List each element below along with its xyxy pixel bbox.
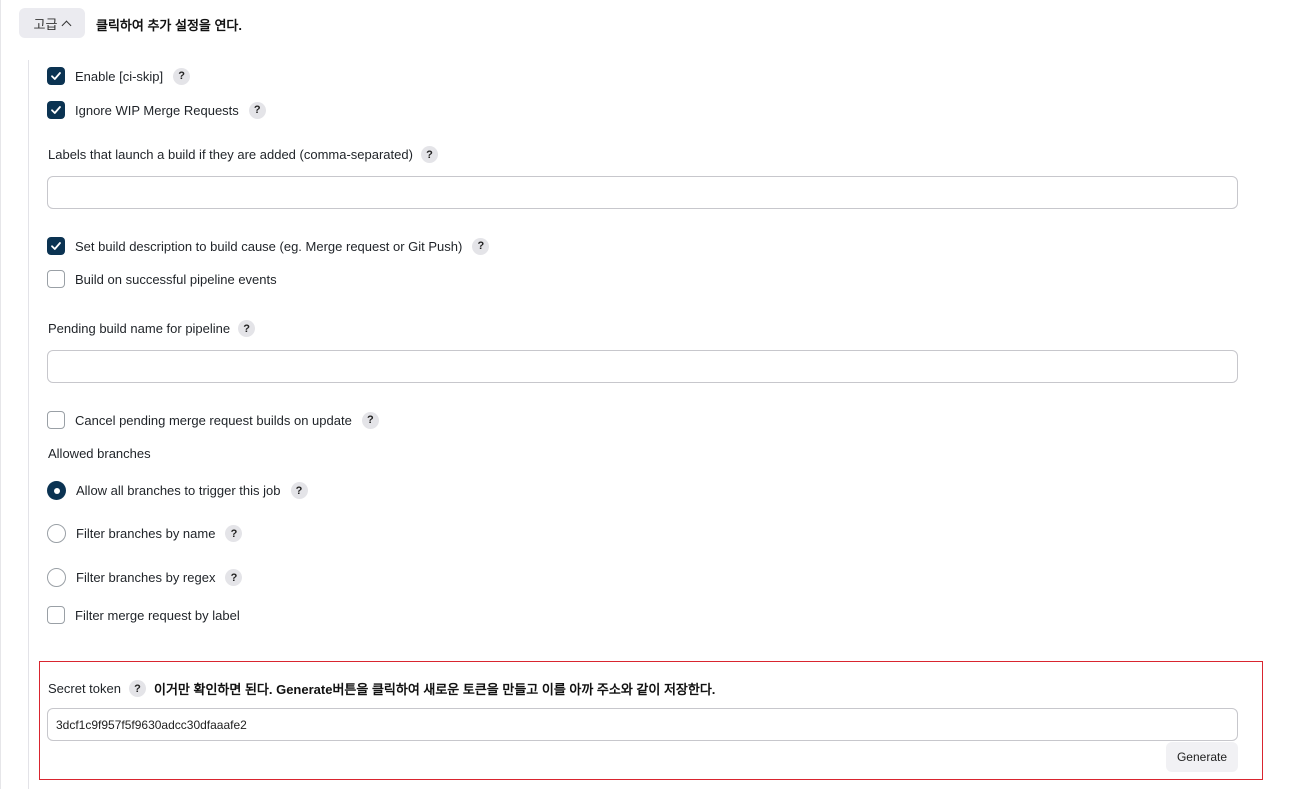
build-on-pipeline-row: Build on successful pipeline events (47, 270, 277, 288)
filter-by-regex-label: Filter branches by regex (76, 570, 216, 585)
help-icon[interactable]: ? (129, 680, 146, 697)
help-icon[interactable]: ? (225, 569, 243, 586)
check-icon (51, 106, 61, 114)
filter-by-name-row: Filter branches by name ? (47, 524, 243, 543)
help-icon[interactable]: ? (472, 237, 490, 255)
secret-token-label: Secret token (48, 681, 121, 696)
set-build-desc-checkbox[interactable] (47, 237, 65, 255)
generate-button[interactable]: Generate (1166, 742, 1238, 772)
allowed-branches-heading: Allowed branches (48, 446, 151, 461)
filter-by-regex-radio[interactable] (47, 568, 66, 587)
secret-token-input[interactable] (47, 708, 1238, 741)
set-build-desc-label: Set build description to build cause (eg… (75, 238, 463, 254)
labels-launch-input[interactable] (47, 176, 1238, 209)
pending-build-name-label-row: Pending build name for pipeline ? (48, 320, 256, 337)
labels-launch-field-label-row: Labels that launch a build if they are a… (48, 146, 438, 163)
pending-build-name-input[interactable] (47, 350, 1238, 383)
cancel-pending-checkbox[interactable] (47, 411, 65, 429)
cancel-pending-row: Cancel pending merge request builds on u… (47, 411, 379, 429)
secret-token-label-row: Secret token ? 이거만 확인하면 된다. Generate버튼을 … (48, 679, 715, 698)
filter-by-name-label: Filter branches by name (76, 526, 216, 541)
check-icon (51, 242, 61, 250)
ci-skip-checkbox[interactable] (47, 67, 65, 85)
secret-token-annotation: 이거만 확인하면 된다. Generate버튼을 클릭하여 새로운 토큰을 만들… (154, 682, 716, 697)
build-on-pipeline-checkbox[interactable] (47, 270, 65, 288)
check-icon (51, 72, 61, 80)
section-indent-rule (28, 60, 29, 789)
ignore-wip-checkbox[interactable] (47, 101, 65, 119)
help-icon[interactable]: ? (420, 146, 438, 163)
ci-skip-row: Enable [ci-skip] ? (47, 67, 191, 85)
left-border (0, 0, 1, 789)
help-icon[interactable]: ? (290, 482, 308, 499)
ignore-wip-row: Ignore WIP Merge Requests ? (47, 101, 266, 119)
build-on-pipeline-label: Build on successful pipeline events (75, 271, 277, 287)
allow-all-branches-label: Allow all branches to trigger this job (76, 483, 281, 498)
cancel-pending-label: Cancel pending merge request builds on u… (75, 412, 352, 428)
help-icon[interactable]: ? (225, 525, 243, 542)
advanced-label: 고급 (33, 16, 58, 32)
advanced-annotation: 클릭하여 추가 설정을 연다. (96, 18, 243, 33)
allow-all-branches-row: Allow all branches to trigger this job ? (47, 481, 308, 500)
filter-by-label-row: Filter merge request by label (47, 606, 240, 624)
help-icon[interactable]: ? (361, 411, 379, 429)
pending-build-name-label: Pending build name for pipeline (48, 321, 231, 336)
help-icon[interactable]: ? (248, 101, 266, 119)
help-icon[interactable]: ? (238, 320, 256, 337)
filter-by-regex-row: Filter branches by regex ? (47, 568, 243, 587)
filter-by-label-checkbox[interactable] (47, 606, 65, 624)
help-icon[interactable]: ? (173, 67, 191, 85)
ci-skip-label: Enable [ci-skip] (75, 68, 164, 84)
filter-by-label-label: Filter merge request by label (75, 607, 240, 623)
filter-by-name-radio[interactable] (47, 524, 66, 543)
ignore-wip-label: Ignore WIP Merge Requests (75, 102, 239, 118)
chevron-up-icon (62, 20, 72, 30)
advanced-toggle-button[interactable]: 고급 (19, 8, 85, 38)
allow-all-branches-radio[interactable] (47, 481, 66, 500)
labels-launch-label: Labels that launch a build if they are a… (48, 147, 413, 162)
set-build-desc-row: Set build description to build cause (eg… (47, 237, 490, 255)
